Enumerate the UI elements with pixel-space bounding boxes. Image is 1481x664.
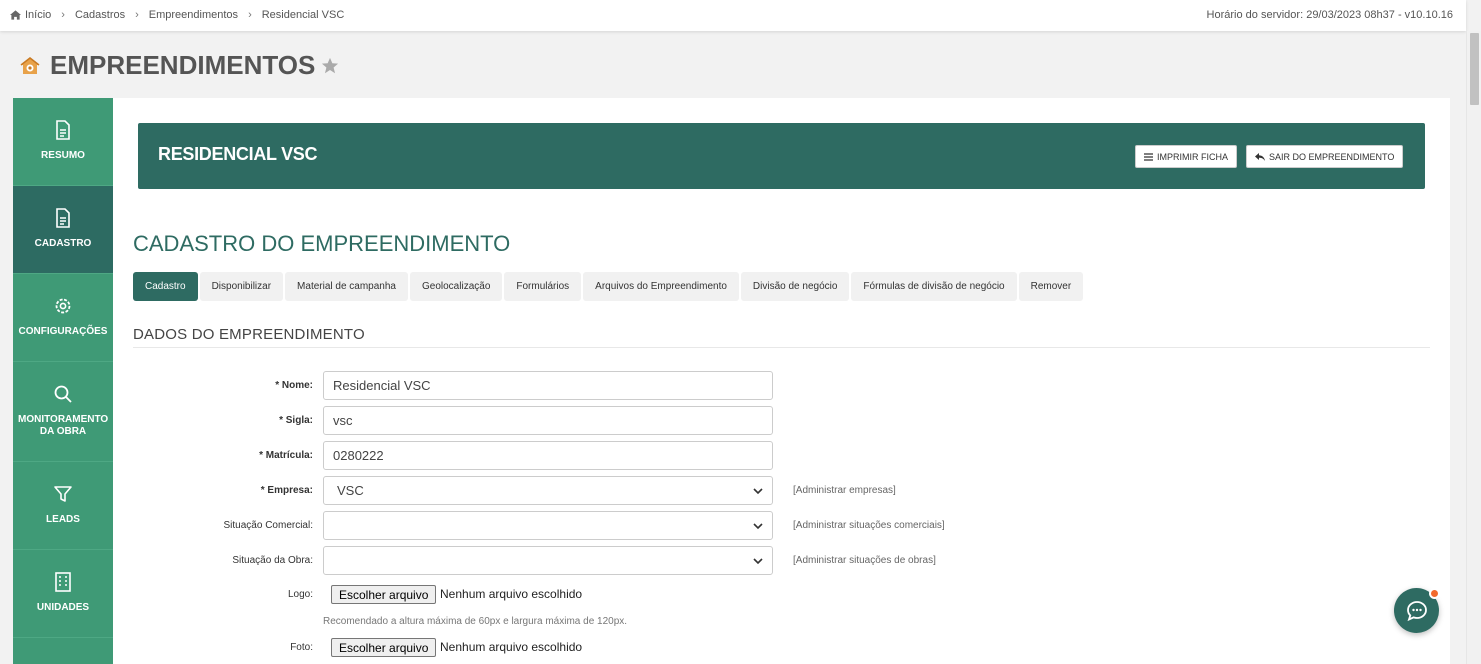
breadcrumb-separator: › (135, 9, 139, 21)
star-icon[interactable] (321, 57, 339, 75)
sidebar-item-monitoramento[interactable]: MONITORAMENTO DA OBRA (13, 362, 113, 462)
sidebar-item-unidades[interactable]: UNIDADES (13, 550, 113, 638)
divider (133, 347, 1430, 348)
situacao-obra-label: Situação da Obra: (232, 555, 313, 566)
page-scrollbar[interactable] (1466, 31, 1481, 664)
breadcrumb-empreendimentos[interactable]: Empreendimentos (149, 9, 238, 21)
reply-icon (1255, 152, 1265, 161)
sidebar-item-label: CONFIGURAÇÕES (18, 326, 108, 337)
tab-material-de-campanha[interactable]: Material de campanha (285, 272, 408, 301)
sidebar-item-configuracoes[interactable]: CONFIGURAÇÕES (13, 274, 113, 362)
foto-label: Foto: (290, 642, 313, 653)
tab-geolocalizacao[interactable]: Geolocalização (410, 272, 503, 301)
sidebar-item-resumo[interactable]: RESUMO (13, 98, 113, 186)
document-icon (56, 208, 70, 228)
breadcrumb-separator: › (61, 9, 65, 21)
nome-input[interactable]: Residencial VSC (323, 371, 773, 400)
chevron-down-icon (753, 557, 763, 564)
sigla-label: * Sigla: (279, 415, 313, 426)
foto-file-status: Nenhum arquivo escolhido (440, 640, 583, 654)
sidebar-item-label: RESUMO (41, 150, 85, 161)
subsection-title: DADOS DO EMPREENDIMENTO (133, 326, 365, 343)
tab-cadastro[interactable]: Cadastro (133, 272, 198, 301)
chevron-down-icon (753, 487, 763, 494)
gear-icon (55, 298, 71, 314)
logo-file-button[interactable]: Escolher arquivo (331, 585, 437, 604)
foto-file-button[interactable]: Escolher arquivo (331, 638, 437, 657)
notification-dot (1429, 588, 1440, 599)
empresa-label: * Empresa: (260, 485, 313, 496)
logo-label: Logo: (287, 589, 313, 600)
page-title-text: EMPREENDIMENTOS (50, 50, 316, 80)
breadcrumb: Início › Cadastros › Empreendimentos › R… (10, 9, 344, 21)
document-icon (56, 120, 70, 140)
search-icon (54, 385, 72, 403)
nome-label: * Nome: (275, 380, 313, 391)
chat-bubble-icon (1406, 600, 1427, 621)
admin-situacoes-comerciais-link[interactable]: [Administrar situações comerciais] (793, 520, 945, 531)
admin-empresas-link[interactable]: [Administrar empresas] (793, 485, 896, 496)
empresa-select[interactable]: VSC (323, 476, 773, 505)
page-title: EMPREENDIMENTOS (18, 50, 339, 81)
section-title: CADASTRO DO EMPREENDIMENTO (133, 231, 511, 256)
breadcrumb-separator: › (248, 9, 252, 21)
tab-remover[interactable]: Remover (1018, 272, 1084, 301)
tab-bar: Cadastro Disponibilizar Material de camp… (133, 272, 1084, 301)
breadcrumb-cadastros[interactable]: Cadastros (75, 9, 125, 21)
breadcrumb-home[interactable]: Início (10, 9, 51, 21)
sidebar-item-leads[interactable]: LEADS (13, 462, 113, 550)
sidebar-item-cadastro[interactable]: CADASTRO (13, 186, 113, 274)
matricula-input[interactable]: 0280222 (323, 441, 773, 470)
sidebar: RESUMO CADASTRO CONFIGURAÇÕES MONITORAME… (13, 98, 113, 664)
exit-button[interactable]: SAIR DO EMPREENDIMENTO (1246, 145, 1404, 168)
list-icon (1144, 152, 1153, 161)
sidebar-item-label: LEADS (46, 514, 80, 525)
tab-disponibilizar[interactable]: Disponibilizar (199, 272, 284, 301)
logo-file-status: Nenhum arquivo escolhido (440, 587, 583, 601)
sidebar-item-label: MONITORAMENTO DA OBRA (18, 414, 109, 437)
header-title: RESIDENCIAL VSC (158, 144, 318, 164)
situacao-obra-select[interactable] (323, 546, 773, 575)
tab-arquivos[interactable]: Arquivos do Empreendimento (583, 272, 739, 301)
building-icon (55, 572, 71, 592)
main-content: RESIDENCIAL VSC IMPRIMIR FICHA SAIR DO E… (113, 98, 1450, 664)
situacao-comercial-select[interactable] (323, 511, 773, 540)
home-icon (10, 10, 21, 20)
filter-icon (54, 486, 72, 502)
admin-situacoes-obras-link[interactable]: [Administrar situações de obras] (793, 555, 936, 566)
empresa-selected-value: VSC (337, 483, 364, 498)
sidebar-item-label: UNIDADES (36, 602, 90, 613)
scrollbar-thumb[interactable] (1470, 33, 1479, 105)
breadcrumb-current: Residencial VSC (261, 9, 345, 21)
server-time: Horário do servidor: 29/03/2023 08h37 - … (1206, 9, 1453, 21)
print-button[interactable]: IMPRIMIR FICHA (1135, 145, 1237, 168)
top-bar: Início › Cadastros › Empreendimentos › R… (0, 0, 1466, 31)
chevron-down-icon (753, 522, 763, 529)
tab-formularios[interactable]: Formulários (504, 272, 582, 301)
building-gear-icon (20, 56, 40, 74)
logo-hint: Recomendado a altura máxima de 60px e la… (323, 616, 628, 627)
sigla-input[interactable]: vsc (323, 406, 773, 435)
breadcrumb-home-label: Início (25, 9, 52, 21)
tab-formulas-divisao[interactable]: Fórmulas de divisão de negócio (851, 272, 1017, 301)
header-card: RESIDENCIAL VSC IMPRIMIR FICHA SAIR DO E… (138, 123, 1425, 189)
print-button-label: IMPRIMIR FICHA (1157, 151, 1228, 162)
sidebar-item-label: CADASTRO (34, 238, 92, 249)
tab-divisao-de-negocio[interactable]: Divisão de negócio (740, 272, 850, 301)
situacao-comercial-label: Situação Comercial: (223, 520, 313, 531)
matricula-label: * Matrícula: (259, 450, 313, 461)
exit-button-label: SAIR DO EMPREENDIMENTO (1269, 151, 1395, 162)
